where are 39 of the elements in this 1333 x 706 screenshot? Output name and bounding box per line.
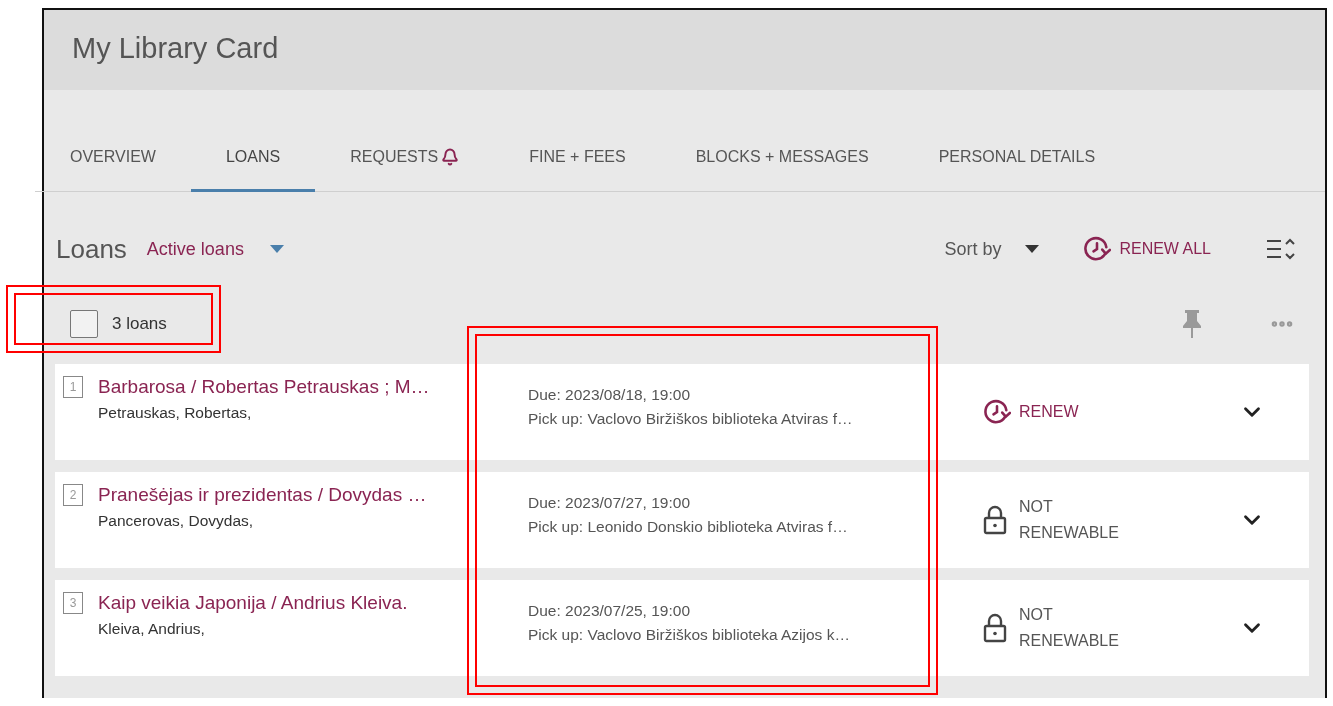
not-renewable-label: NOT RENEWABLE (1019, 605, 1120, 651)
tab[interactable]: FINE + FEES (494, 124, 661, 192)
lock-icon (983, 505, 1007, 535)
tab[interactable]: REQUESTS (315, 124, 495, 192)
filter-dropdown[interactable]: Active loans (146, 238, 284, 260)
due-date: Due: 2023/07/25, 19:00 (528, 602, 692, 620)
select-all-checkbox[interactable] (70, 310, 98, 338)
item-number: 3 (63, 592, 83, 614)
renew-icon (983, 398, 1011, 426)
lock-icon (983, 613, 1007, 643)
sort-list-icon[interactable] (1265, 236, 1297, 262)
due-date: Due: 2023/08/18, 19:00 (528, 386, 692, 404)
caret-icon (269, 245, 284, 253)
caret-icon (1025, 245, 1040, 253)
pickup-location: Pick up: Leonido Donskio biblioteka Atviras f… (528, 518, 849, 536)
tab[interactable]: BLOCKS + MESSAGES (660, 124, 904, 192)
sort-dropdown[interactable]: Sort by (944, 238, 1040, 260)
not-renewable-label: NOT RENEWABLE (1019, 497, 1120, 543)
item-number: 1 (63, 376, 83, 398)
author-text: Kleiva, Andrius, (98, 620, 206, 638)
page-title: My Library Card (72, 31, 279, 65)
loan-title-link[interactable]: Pranešėjas ir prezidentas / Dovydas … (98, 484, 528, 506)
author-text: Pancerovas, Dovydas, (98, 512, 255, 530)
pickup-location: Pick up: Vaclovo Biržiškos biblioteka Atviras f… (528, 410, 854, 428)
due-date: Due: 2023/07/27, 19:00 (528, 494, 692, 512)
section-heading: Loans (56, 233, 127, 265)
renew-button[interactable]: RENEW (983, 398, 1079, 426)
renew-icon (1083, 235, 1112, 263)
loan-title-link[interactable]: Kaip veikia Japonija / Andrius Kleiva. (98, 592, 528, 614)
renew-all-button[interactable]: RENEW ALL (1083, 235, 1211, 263)
tab[interactable]: OVERVIEW (35, 124, 191, 192)
tab[interactable]: PERSONAL DETAILS (903, 124, 1131, 192)
pickup-location: Pick up: Vaclovo Biržiškos biblioteka Azijos k… (528, 626, 851, 644)
loan-count: 3 loans (112, 314, 167, 334)
tab[interactable]: LOANS (190, 124, 316, 192)
bell-icon (441, 147, 460, 166)
loan-title-link[interactable]: Barbarosa / Robertas Petrauskas ; M… (98, 376, 528, 398)
author-text: Petrauskas, Robertas, (98, 404, 253, 422)
item-number: 2 (63, 484, 83, 506)
